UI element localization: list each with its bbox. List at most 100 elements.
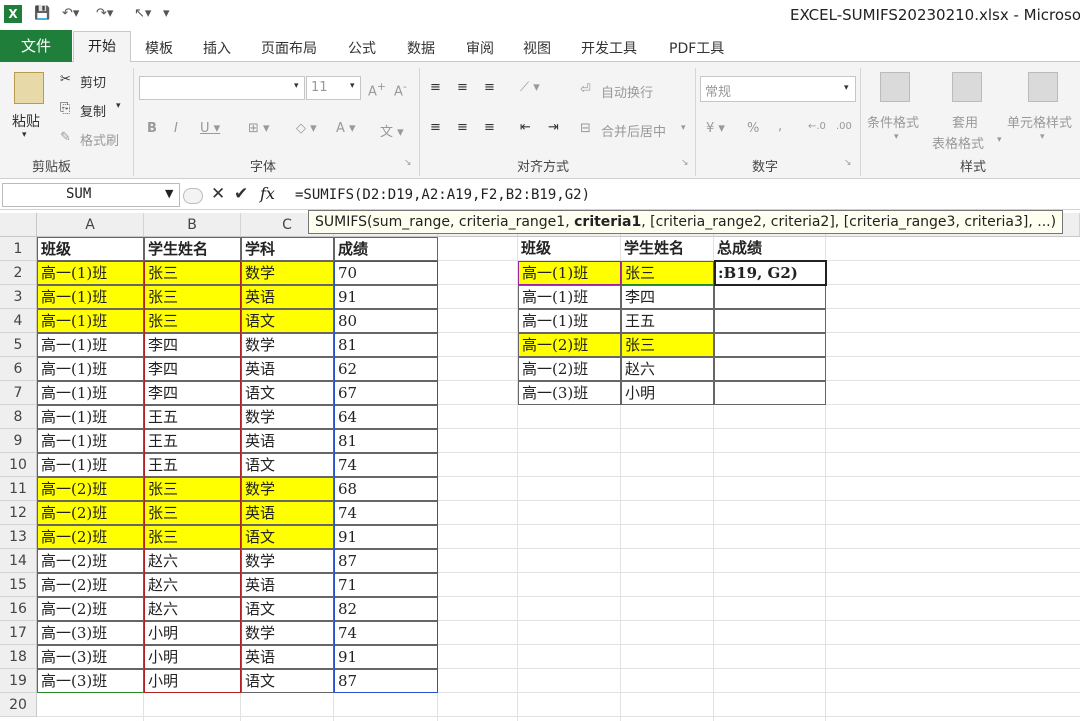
table1-cell[interactable]: 赵六 (144, 573, 241, 597)
table1-cell[interactable]: 赵六 (144, 597, 241, 621)
row-header[interactable]: 16 (0, 597, 37, 621)
table1-cell[interactable]: 高一(2)班 (37, 597, 144, 621)
orientation-icon[interactable]: ⟋ ▾ (520, 80, 540, 95)
table2-cell[interactable]: 王五 (621, 309, 714, 333)
table1-cell[interactable]: 英语 (241, 501, 334, 525)
table1-cell[interactable]: 81 (334, 429, 438, 453)
table1-cell[interactable]: 高一(1)班 (37, 381, 144, 405)
table1-cell[interactable]: 赵六 (144, 549, 241, 573)
row-header[interactable]: 9 (0, 429, 37, 453)
table1-cell[interactable]: 语文 (241, 525, 334, 549)
table1-cell[interactable]: 语文 (241, 669, 334, 693)
table2-cell[interactable] (714, 381, 826, 405)
tab-page-layout[interactable]: 页面布局 (261, 38, 317, 58)
table1-cell[interactable]: 71 (334, 573, 438, 597)
customize-toolbar-icon[interactable]: ▾ (163, 6, 170, 21)
format-painter-icon[interactable]: ✎ (60, 130, 71, 145)
table1-cell[interactable]: 高一(1)班 (37, 405, 144, 429)
row-header[interactable]: 5 (0, 333, 37, 357)
merge-dropdown-icon[interactable]: ▾ (681, 123, 686, 133)
row-header[interactable]: 3 (0, 285, 37, 309)
tab-pdf[interactable]: PDF工具 (669, 38, 724, 58)
wrap-text-button[interactable]: 自动换行 (601, 82, 653, 101)
table1-cell[interactable]: 张三 (144, 309, 241, 333)
table1-cell[interactable]: 高一(1)班 (37, 357, 144, 381)
fill-color-icon[interactable]: ◇ ▾ (296, 121, 317, 136)
font-name-dropdown-icon[interactable]: ▾ (294, 81, 299, 91)
table2-header-cell[interactable]: 班级 (518, 237, 621, 261)
table1-cell[interactable]: 王五 (144, 429, 241, 453)
format-table-icon[interactable] (952, 72, 982, 102)
table1-cell[interactable]: 高一(2)班 (37, 573, 144, 597)
wrap-text-icon[interactable]: ⏎ (580, 82, 591, 97)
align-top-icon[interactable]: ≡ (430, 80, 441, 95)
merge-center-button[interactable]: 合并后居中 (601, 121, 666, 140)
table1-cell[interactable]: 74 (334, 501, 438, 525)
tab-home[interactable]: 开始 (73, 31, 131, 62)
table1-cell[interactable]: 张三 (144, 501, 241, 525)
row-header[interactable]: 12 (0, 501, 37, 525)
table1-cell[interactable]: 高一(1)班 (37, 309, 144, 333)
row-header[interactable]: 4 (0, 309, 37, 333)
table2-cell[interactable]: 高一(3)班 (518, 381, 621, 405)
table1-cell[interactable]: 李四 (144, 381, 241, 405)
format-painter-button[interactable]: 格式刷 (80, 130, 119, 149)
table2-header-cell[interactable]: 总成绩 (714, 237, 826, 261)
table1-cell[interactable]: 91 (334, 645, 438, 669)
row-header[interactable]: 20 (0, 693, 37, 717)
row-header[interactable]: 10 (0, 453, 37, 477)
row-header[interactable]: 2 (0, 261, 37, 285)
copy-icon[interactable]: ⎘ (60, 101, 70, 116)
copy-dropdown-icon[interactable]: ▾ (116, 101, 121, 111)
font-size-dropdown-icon[interactable]: ▾ (350, 81, 355, 91)
table2-cell[interactable]: 小明 (621, 381, 714, 405)
table1-cell[interactable]: 李四 (144, 357, 241, 381)
table1-cell[interactable]: 数学 (241, 405, 334, 429)
row-header[interactable]: 14 (0, 549, 37, 573)
table1-cell[interactable]: 64 (334, 405, 438, 429)
table1-cell[interactable]: 67 (334, 381, 438, 405)
number-dialog-icon[interactable]: ↘ (844, 158, 852, 168)
table1-cell[interactable]: 语文 (241, 597, 334, 621)
paste-button[interactable]: 粘贴 (12, 111, 40, 131)
table1-cell[interactable]: 高一(1)班 (37, 261, 144, 285)
bold-icon[interactable]: B (147, 121, 157, 136)
tab-template[interactable]: 模板 (145, 38, 173, 58)
row-header[interactable]: 15 (0, 573, 37, 597)
table1-cell[interactable]: 小明 (144, 645, 241, 669)
table1-cell[interactable]: 张三 (144, 477, 241, 501)
format-table-dropdown-icon[interactable]: ▾ (997, 135, 1002, 145)
tab-insert[interactable]: 插入 (203, 38, 231, 58)
alignment-dialog-icon[interactable]: ↘ (681, 158, 689, 168)
border-icon[interactable]: ⊞ ▾ (248, 121, 270, 136)
tab-formulas[interactable]: 公式 (348, 38, 376, 58)
copy-button[interactable]: 复制 (80, 101, 106, 120)
table1-cell[interactable]: 语文 (241, 453, 334, 477)
table1-cell[interactable]: 62 (334, 357, 438, 381)
insert-function-icon[interactable]: fx (260, 184, 275, 203)
table1-cell[interactable]: 70 (334, 261, 438, 285)
save-icon[interactable]: 💾 (34, 6, 50, 21)
tab-file[interactable]: 文件 (0, 30, 72, 62)
cut-button[interactable]: 剪切 (80, 72, 106, 91)
table1-cell[interactable]: 王五 (144, 453, 241, 477)
row-header[interactable]: 19 (0, 669, 37, 693)
table1-cell[interactable]: 87 (334, 669, 438, 693)
align-left-icon[interactable]: ≡ (430, 120, 441, 135)
table1-cell[interactable]: 小明 (144, 621, 241, 645)
font-dialog-icon[interactable]: ↘ (404, 158, 412, 168)
column-header-b[interactable]: B (144, 213, 241, 237)
increase-decimal-icon[interactable]: ←.0 (808, 121, 826, 132)
undo-icon[interactable]: ↶▾ (62, 6, 79, 21)
tab-developer[interactable]: 开发工具 (581, 38, 637, 58)
cell-styles-button[interactable]: 单元格样式 (1007, 112, 1072, 131)
column-header-a[interactable]: A (37, 213, 144, 237)
align-right-icon[interactable]: ≡ (484, 120, 495, 135)
increase-indent-icon[interactable]: ⇥ (548, 120, 559, 135)
align-middle-icon[interactable]: ≡ (457, 80, 468, 95)
tab-view[interactable]: 视图 (523, 38, 551, 58)
table1-cell[interactable]: 语文 (241, 381, 334, 405)
shrink-font-icon[interactable]: A- (394, 80, 407, 99)
name-box-dropdown-icon[interactable]: ▼ (165, 187, 173, 200)
redo-icon[interactable]: ↷▾ (96, 6, 113, 21)
